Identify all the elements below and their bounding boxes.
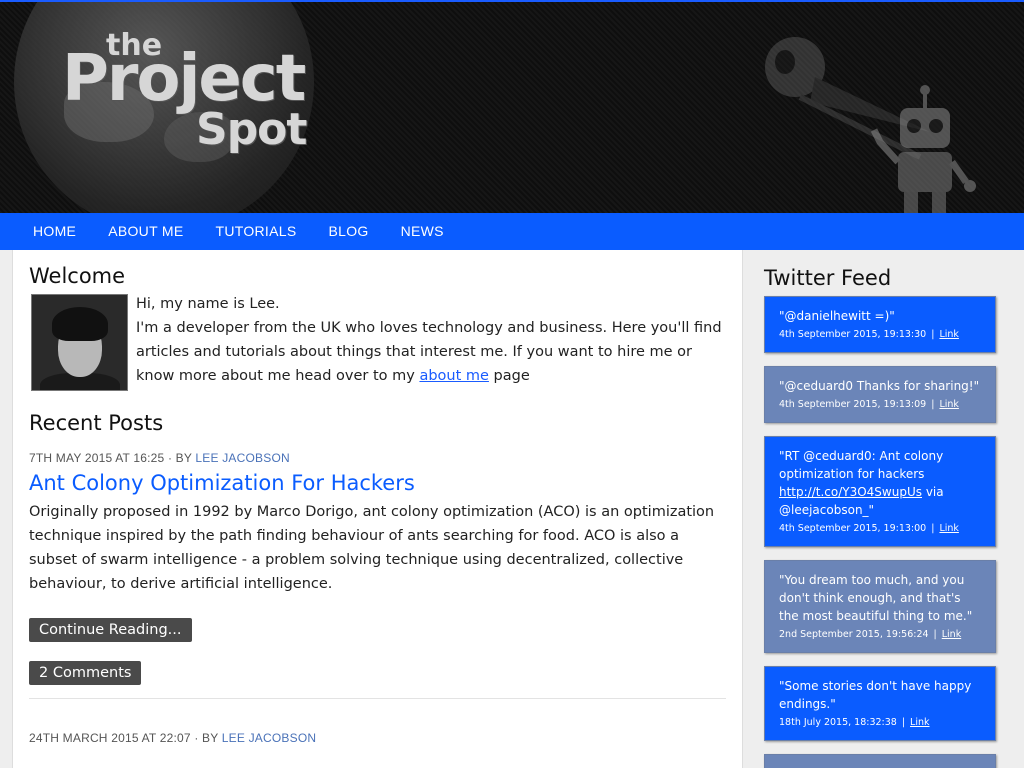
post-date: 7TH MAY 2015 AT 16:25: [29, 451, 165, 465]
tweet-time: 18th July 2015, 18:32:38: [779, 717, 897, 728]
welcome-heading: Welcome: [29, 264, 126, 288]
tweet-time: 4th September 2015, 19:13:30: [779, 329, 927, 340]
welcome-line2: I'm a developer from the UK who loves te…: [136, 320, 722, 384]
post-meta: 24TH MARCH 2015 AT 22:07 · BY LEE JACOBS…: [29, 731, 726, 745]
post-author[interactable]: LEE JACOBSON: [195, 451, 289, 465]
nav-blog[interactable]: BLOG: [312, 213, 384, 250]
about-me-link[interactable]: about me: [419, 368, 489, 384]
tweet-card: "RT @ceduard0: Ant colony optimization f…: [764, 436, 996, 547]
robot-illustration: [870, 85, 976, 213]
tweet-meta: 4th September 2015, 19:13:00 | Link: [779, 523, 959, 534]
avatar: [31, 294, 128, 391]
main-nav: HOME ABOUT ME TUTORIALS BLOG NEWS: [0, 213, 1024, 250]
tweet-link[interactable]: Link: [939, 329, 958, 340]
tweet-meta: 4th September 2015, 19:13:30 | Link: [779, 329, 959, 340]
tweet-card: "Some stories don't have happy endings."…: [764, 666, 996, 741]
tweet-text: "@ceduard0 Thanks for sharing!": [779, 379, 980, 393]
nav-home[interactable]: HOME: [17, 213, 92, 250]
tweet-text: "@danielhewitt =)": [779, 309, 895, 323]
logo-spot: Spot: [196, 104, 307, 155]
tweet-link[interactable]: Link: [939, 523, 958, 534]
tweet-time: 4th September 2015, 19:13:00: [779, 523, 927, 534]
nav-tutorials[interactable]: TUTORIALS: [199, 213, 312, 250]
post-by: · BY: [167, 451, 192, 465]
site-header: the Project Spot: [0, 0, 1024, 213]
post-author[interactable]: LEE JACOBSON: [222, 731, 316, 745]
tweet-card: [764, 754, 996, 768]
post-date: 24TH MARCH 2015 AT 22:07: [29, 731, 191, 745]
welcome-text: Hi, my name is Lee. I'm a developer from…: [136, 292, 726, 391]
tweet-meta: 18th July 2015, 18:32:38 | Link: [779, 717, 930, 728]
welcome-line1: Hi, my name is Lee.: [136, 296, 280, 312]
tweet-time: 4th September 2015, 19:13:09: [779, 399, 927, 410]
tweet-text: "RT @ceduard0: Ant colony optimization f…: [779, 449, 944, 517]
nav-about-me[interactable]: ABOUT ME: [92, 213, 199, 250]
tweet-meta: 2nd September 2015, 19:56:24 | Link: [779, 629, 962, 640]
nav-news[interactable]: NEWS: [385, 213, 460, 250]
tweet-card: "@danielhewitt =)" 4th September 2015, 1…: [764, 296, 996, 353]
tweet-card: "You dream too much, and you don't think…: [764, 560, 996, 653]
post-excerpt: Originally proposed in 1992 by Marco Dor…: [29, 504, 715, 592]
recent-posts-heading: Recent Posts: [29, 411, 164, 435]
twitter-feed-heading: Twitter Feed: [764, 266, 892, 290]
tweet-link[interactable]: Link: [942, 629, 961, 640]
tweet-link[interactable]: Link: [910, 717, 929, 728]
comments-button[interactable]: 2 Comments: [29, 661, 142, 685]
tweet-url[interactable]: http://t.co/Y3O4SwupUs: [779, 485, 922, 499]
tweet-time: 2nd September 2015, 19:56:24: [779, 629, 929, 640]
welcome-section: Hi, my name is Lee. I'm a developer from…: [29, 294, 726, 391]
post-meta: 7TH MAY 2015 AT 16:25 · BY LEE JACOBSON: [29, 451, 726, 465]
tweet-card: "@ceduard0 Thanks for sharing!" 4th Sept…: [764, 366, 996, 423]
tweet-link[interactable]: Link: [939, 399, 958, 410]
tweet-text: "You dream too much, and you don't think…: [779, 573, 973, 623]
post-by: · BY: [194, 731, 219, 745]
tweet-text: "Some stories don't have happy endings.": [779, 679, 972, 711]
continue-reading-button[interactable]: Continue Reading...: [29, 618, 192, 642]
sidebar: Twitter Feed "@danielhewitt =)" 4th Sept…: [743, 250, 1024, 768]
post-title[interactable]: Ant Colony Optimization For Hackers: [29, 471, 726, 495]
tweet-meta: 4th September 2015, 19:13:09 | Link: [779, 399, 959, 410]
post-divider: [29, 698, 726, 699]
main-content: Welcome Hi, my name is Lee. I'm a develo…: [12, 250, 743, 768]
